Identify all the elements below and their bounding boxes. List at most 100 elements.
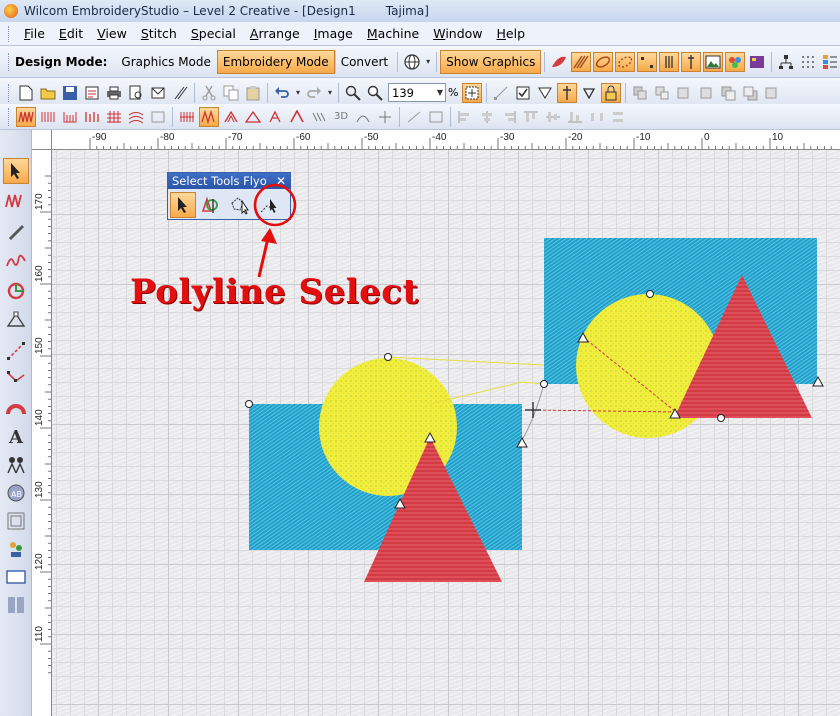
- color-wheel-icon[interactable]: [725, 51, 746, 72]
- lettering-stitch-icon[interactable]: [287, 107, 307, 127]
- align-bottom-icon[interactable]: [565, 107, 585, 127]
- align-right-icon[interactable]: [499, 107, 519, 127]
- paste-icon[interactable]: [243, 83, 263, 103]
- lettering-icon[interactable]: A: [3, 424, 29, 450]
- menu-file[interactable]: File: [17, 26, 52, 41]
- select-object-tool-icon[interactable]: [170, 192, 196, 218]
- stitch-edit-icon[interactable]: [426, 107, 446, 127]
- appliqué-icon[interactable]: [3, 278, 29, 304]
- globe-icon[interactable]: [402, 52, 422, 72]
- fancy-fill-icon[interactable]: [199, 106, 219, 127]
- fractal-icon[interactable]: [353, 107, 373, 127]
- menu-grip[interactable]: [8, 25, 11, 42]
- outline-offset-icon[interactable]: [3, 508, 29, 534]
- motif-icon[interactable]: [3, 536, 29, 562]
- menu-special[interactable]: Special: [184, 26, 243, 41]
- pen-icon[interactable]: [3, 218, 29, 244]
- program-split-icon[interactable]: [82, 107, 102, 127]
- corner-points-icon[interactable]: [637, 51, 658, 72]
- polyline-select-tool-icon[interactable]: [257, 192, 283, 218]
- align-center-icon[interactable]: [477, 107, 497, 127]
- stitch-angle-icon[interactable]: [404, 107, 424, 127]
- hatch-fill-icon[interactable]: [571, 51, 592, 72]
- embroidery-mode-button[interactable]: Embroidery Mode: [216, 49, 335, 74]
- outline-shape-icon[interactable]: [593, 51, 614, 72]
- tatami-stitch-icon[interactable]: [60, 107, 80, 127]
- menu-window[interactable]: Window: [426, 26, 489, 41]
- cut-icon[interactable]: [199, 83, 219, 103]
- menu-stitch[interactable]: Stitch: [134, 26, 184, 41]
- menu-arrange[interactable]: Arrange: [243, 26, 307, 41]
- menu-help[interactable]: Help: [490, 26, 533, 41]
- dashed-outline-icon[interactable]: [615, 51, 636, 72]
- align-left-icon[interactable]: [455, 107, 475, 127]
- satin-stitch-icon[interactable]: [38, 107, 58, 127]
- leaf-stitch-icon[interactable]: [549, 52, 569, 72]
- group-icon[interactable]: [630, 83, 650, 103]
- menu-image[interactable]: Image: [307, 26, 360, 41]
- open-folder-icon[interactable]: [38, 83, 58, 103]
- polygon-select-tool-icon[interactable]: [228, 192, 254, 218]
- lock-object-icon[interactable]: [674, 83, 694, 103]
- convert-button[interactable]: Convert: [334, 49, 394, 74]
- blank-stitch-icon[interactable]: [148, 107, 168, 127]
- run-stitch-icon[interactable]: [177, 107, 197, 127]
- reshape-icon[interactable]: [491, 83, 511, 103]
- team-names-icon[interactable]: [3, 452, 29, 478]
- select-by-color-tool-icon[interactable]: [199, 192, 225, 218]
- ungroup-icon[interactable]: [652, 83, 672, 103]
- menu-edit[interactable]: Edit: [52, 26, 90, 41]
- trapunto-icon[interactable]: [265, 107, 285, 127]
- 3d-warp-icon[interactable]: 3D: [331, 107, 351, 127]
- show-all-icon[interactable]: [462, 82, 483, 103]
- zoom-box-icon[interactable]: [343, 83, 363, 103]
- hoop-icon[interactable]: [3, 564, 29, 590]
- image-icon[interactable]: [703, 51, 724, 72]
- select-object-icon[interactable]: [3, 158, 29, 184]
- zoom-level-field[interactable]: 139 ▼: [388, 83, 446, 102]
- reshape-nodes-icon[interactable]: [3, 308, 29, 334]
- embroidery-design[interactable]: [52, 150, 840, 716]
- print-icon[interactable]: [104, 83, 124, 103]
- needle-icon[interactable]: [681, 51, 702, 72]
- network-icon[interactable]: [776, 52, 796, 72]
- freehand-icon[interactable]: [3, 248, 29, 274]
- save-as-icon[interactable]: [82, 83, 102, 103]
- dot-grid-icon[interactable]: [798, 52, 818, 72]
- menu-view[interactable]: View: [90, 26, 134, 41]
- triangle-down-icon[interactable]: [579, 83, 599, 103]
- chevron-down-icon[interactable]: ▾: [294, 83, 302, 103]
- close-icon[interactable]: ✕: [276, 174, 290, 188]
- motif-fill-icon[interactable]: [243, 107, 263, 127]
- select-tools-flyout[interactable]: Select Tools Flyo ✕: [167, 172, 291, 220]
- vertical-stitch-icon[interactable]: [659, 51, 680, 72]
- bring-forward-icon[interactable]: [718, 83, 738, 103]
- menu-machine[interactable]: Machine: [360, 26, 426, 41]
- print-preview-icon[interactable]: [126, 83, 146, 103]
- chevron-down-icon[interactable]: ▼: [437, 88, 445, 97]
- textured-icon[interactable]: [309, 107, 329, 127]
- funnel-icon[interactable]: [535, 83, 555, 103]
- chevron-down-icon[interactable]: ▾: [326, 83, 334, 103]
- send-icon[interactable]: [148, 83, 168, 103]
- show-graphics-button[interactable]: Show Graphics: [440, 49, 542, 74]
- send-backward-icon[interactable]: [740, 83, 760, 103]
- toolbar-grip[interactable]: [8, 83, 11, 102]
- graphics-mode-button[interactable]: Graphics Mode: [115, 50, 217, 74]
- run-line-icon[interactable]: [3, 338, 29, 364]
- unlock-object-icon[interactable]: [696, 83, 716, 103]
- stitch-player-icon[interactable]: [170, 83, 190, 103]
- toolbar-grip[interactable]: [8, 52, 11, 71]
- color-list-icon[interactable]: [820, 52, 840, 72]
- redo-icon[interactable]: [304, 83, 324, 103]
- lock-icon[interactable]: [601, 82, 622, 103]
- new-file-icon[interactable]: [16, 83, 36, 103]
- flexi-split-icon[interactable]: [221, 107, 241, 127]
- cross-hatch-icon[interactable]: [104, 107, 124, 127]
- space-evenly-icon[interactable]: [587, 107, 607, 127]
- distribute-icon[interactable]: [609, 107, 629, 127]
- stitch-needle-icon[interactable]: [557, 82, 578, 103]
- align-top-icon[interactable]: [521, 107, 541, 127]
- horizontal-ruler[interactable]: -90 -80 -70 -60 -50 -40 -30 -20 -10 0 10: [32, 130, 840, 150]
- flyout-title-bar[interactable]: Select Tools Flyo ✕: [168, 173, 290, 189]
